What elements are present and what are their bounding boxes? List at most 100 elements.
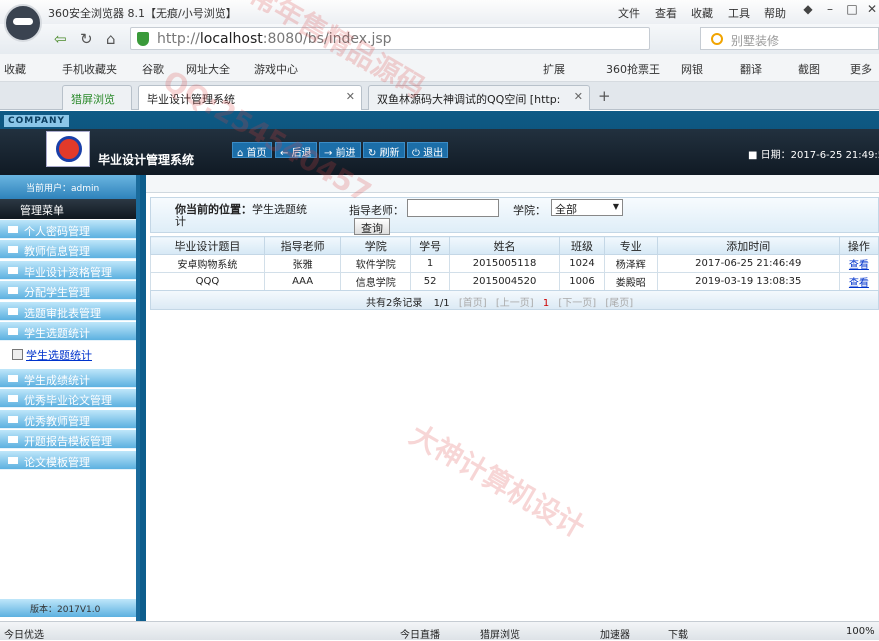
app-header: COMPANY 毕业设计管理系统 ⌂ 首页 ← 后退 → 前进 ↻ 刷新 ⏻ 退… [0, 111, 879, 175]
minimize-icon[interactable]: – [820, 2, 840, 20]
table-cell: 2019-03-19 13:08:35 [656, 272, 840, 291]
security-shield-icon [137, 32, 149, 46]
table-cell: 2017-06-25 21:46:49 [656, 254, 840, 273]
table-cell: 安卓购物系统 [150, 254, 265, 273]
bookmarks-bar: 收藏 手机收藏夹 谷歌 网址大全 游戏中心 扩展 360抢票王 网银 翻译 截图… [0, 54, 879, 82]
view-link[interactable]: 查看 [849, 278, 869, 289]
prev-page-link[interactable]: [上一页] [496, 298, 534, 309]
translate-button[interactable]: 翻译 [740, 61, 762, 77]
sidebar-item-thesis-template[interactable]: 论文模板管理 [0, 451, 136, 470]
table-cell: 1006 [558, 272, 605, 291]
status-accelerator[interactable]: 加速器 [600, 626, 630, 641]
extensions-button[interactable]: 扩展 [543, 61, 565, 77]
table-cell: AAA [263, 272, 342, 291]
tab-qq-space[interactable]: 双鱼林源码大神调试的QQ空间 [http: ✕ [368, 85, 590, 110]
screenshot-button[interactable]: 截图 [798, 61, 820, 77]
column-header: 学院 [340, 236, 412, 255]
bookmark-google[interactable]: 谷歌 [142, 61, 164, 77]
table-cell: 1 [410, 254, 451, 273]
next-page-link[interactable]: [下一页] [558, 298, 596, 309]
menu-file[interactable]: 文件 [618, 5, 640, 21]
system-bar: 毕业设计管理系统 ⌂ 首页 ← 后退 → 前进 ↻ 刷新 ⏻ 退出 ■ 日期：2… [0, 129, 879, 175]
tab-graduation-system[interactable]: 毕业设计管理系统 ✕ [138, 85, 362, 110]
forward-button[interactable]: → 前进 [319, 142, 361, 159]
tab-close-icon[interactable]: ✕ [346, 90, 355, 103]
table-cell: 娄殿昭 [603, 272, 658, 291]
back-icon[interactable]: ⇦ [54, 30, 67, 48]
table-cell: 信息学院 [340, 272, 412, 291]
sidebar-item-topic-stats[interactable]: 学生选题统计 [0, 322, 136, 341]
column-header: 操作 [838, 236, 879, 255]
college-select[interactable]: 全部 [551, 199, 623, 216]
tab-bar: 猎屏浏览 毕业设计管理系统 ✕ 双鱼林源码大神调试的QQ空间 [http: ✕ + [0, 82, 879, 110]
refresh-button[interactable]: ↻ 刷新 [363, 142, 405, 159]
tab-screen-browse[interactable]: 猎屏浏览 [62, 85, 132, 110]
new-tab-icon[interactable]: + [598, 87, 611, 105]
location-breadcrumb: 你当前的位置：学生选题统计 [175, 203, 307, 228]
column-header: 添加时间 [656, 236, 840, 255]
menu-help[interactable]: 帮助 [764, 5, 786, 21]
home-button[interactable]: ⌂ 首页 [232, 142, 272, 159]
status-screen[interactable]: 猎屏浏览 [480, 626, 520, 641]
menu-tools[interactable]: 工具 [728, 5, 750, 21]
page-indicator: 1/1 [433, 298, 450, 309]
sidebar-item-teacher[interactable]: 教师信息管理 [0, 240, 136, 259]
table-cell: 杨泽辉 [603, 254, 658, 273]
menu-view[interactable]: 查看 [655, 5, 677, 21]
table-cell: 软件学院 [340, 254, 412, 273]
address-bar[interactable]: http://localhost:8080/bs/index.jsp [130, 27, 650, 50]
last-page-link[interactable]: [尾页] [605, 298, 633, 309]
query-button[interactable]: 查询 [354, 218, 390, 235]
sidebar-item-excellent-teacher[interactable]: 优秀教师管理 [0, 410, 136, 429]
table-row: 安卓购物系统 张雅 软件学院 1 2015005118 1024 杨泽辉 2017-06-25… [150, 254, 879, 273]
sidebar-item-assign[interactable]: 分配学生管理 [0, 281, 136, 300]
view-link[interactable]: 查看 [849, 260, 869, 271]
more-button[interactable]: 更多 [850, 61, 872, 77]
tab-close-icon[interactable]: ✕ [574, 90, 583, 103]
record-count: 共有2条记录 [366, 298, 423, 309]
status-live[interactable]: 今日直播 [400, 626, 440, 641]
column-header: 毕业设计题目 [150, 236, 265, 255]
sidebar-subitem-topic-stats[interactable]: 学生选题统计 [0, 343, 136, 363]
skin-icon[interactable]: ◆ [798, 2, 818, 20]
table-cell: 2015004520 [449, 272, 560, 291]
sidebar-item-proposal-template[interactable]: 开题报告模板管理 [0, 430, 136, 449]
first-page-link[interactable]: [首页] [459, 298, 487, 309]
main-content: 你当前的位置：学生选题统计 指导老师： 学院： 全部 查询 毕业设计题目指导老师… [146, 175, 879, 621]
column-header: 班级 [558, 236, 605, 255]
sidebar-item-approval[interactable]: 选题审批表管理 [0, 302, 136, 321]
address-url[interactable]: http://localhost:8080/bs/index.jsp [157, 31, 392, 47]
status-download[interactable]: 下载 [668, 626, 688, 641]
column-header: 专业 [603, 236, 658, 255]
bookmark-mobile[interactable]: 手机收藏夹 [62, 61, 117, 77]
sidebar-item-thesis[interactable]: 优秀毕业论文管理 [0, 389, 136, 408]
bookmark-games[interactable]: 游戏中心 [254, 61, 298, 77]
back-button[interactable]: ← 后退 [275, 142, 317, 159]
logout-button[interactable]: ⏻ 退出 [407, 142, 449, 159]
browser-titlebar: 360安全浏览器 8.1【无痕/小号浏览】 文件 查看 收藏 工具 帮助 ◆ –… [0, 0, 879, 42]
refresh-icon[interactable]: ↻ [80, 30, 93, 48]
teacher-input[interactable] [407, 199, 499, 217]
current-page: 1 [542, 298, 550, 309]
bookmark-sites[interactable]: 网址大全 [186, 61, 230, 77]
bank-button[interactable]: 网银 [681, 61, 703, 77]
browser-logo-icon [4, 4, 42, 42]
sidebar-item-qualification[interactable]: 毕业设计资格管理 [0, 261, 136, 280]
search-input[interactable]: 别墅装修 [700, 27, 879, 50]
toolbar-strip [146, 175, 879, 193]
menu-favorites[interactable]: 收藏 [691, 5, 713, 21]
status-zoom[interactable]: 100% [846, 626, 875, 637]
table-row: QQQ AAA 信息学院 52 2015004520 1006 娄殿昭 2019-03-19 … [150, 272, 879, 291]
bookmark-favorites[interactable]: 收藏 [4, 61, 26, 77]
sidebar-item-score[interactable]: 学生成绩统计 [0, 369, 136, 388]
status-today[interactable]: 今日优选 [4, 626, 44, 641]
home-icon[interactable]: ⌂ [106, 30, 116, 48]
ticket-button[interactable]: 360抢票王 [606, 61, 660, 77]
sidebar-item-password[interactable]: 个人密码管理 [0, 220, 136, 239]
browser-navbar: ⇦ ↻ ⌂ http://localhost:8080/bs/index.jsp… [0, 24, 879, 54]
window-title: 360安全浏览器 8.1【无痕/小号浏览】 [48, 7, 237, 20]
column-header: 指导老师 [263, 236, 342, 255]
maximize-icon[interactable]: □ [842, 2, 862, 20]
sidebar: 当前用户：admin 管理菜单 个人密码管理 教师信息管理 毕业设计资格管理 分… [0, 175, 140, 621]
close-icon[interactable]: ✕ [862, 2, 879, 20]
